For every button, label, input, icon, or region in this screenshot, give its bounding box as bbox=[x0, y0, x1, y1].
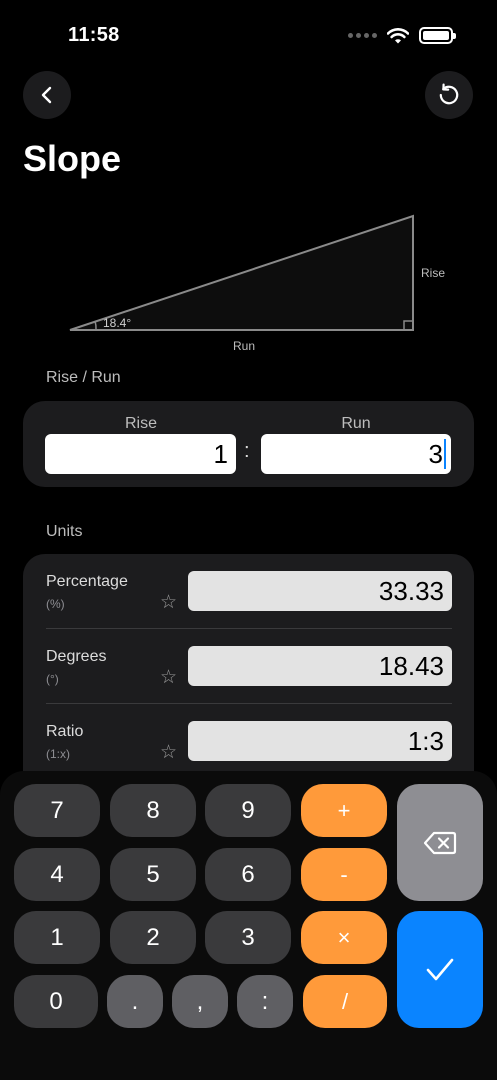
star-icon[interactable]: ☆ bbox=[160, 666, 177, 689]
text-cursor bbox=[444, 439, 446, 470]
cellular-signal-icon bbox=[348, 33, 377, 38]
unit-name: Degrees bbox=[46, 648, 107, 665]
page-title: Slope bbox=[23, 138, 122, 179]
key-4[interactable]: 4 bbox=[14, 848, 100, 901]
unit-symbol: (°) bbox=[46, 672, 59, 686]
rise-header: Rise bbox=[124, 415, 157, 432]
unit-name: Percentage bbox=[46, 573, 128, 590]
unit-symbol: (1:x) bbox=[46, 747, 70, 761]
backspace-icon bbox=[423, 831, 457, 854]
unit-row-degrees: Degrees (°) ☆ 18.43 bbox=[23, 629, 474, 704]
rise-input[interactable]: 1 bbox=[45, 434, 236, 474]
key-plus[interactable]: + bbox=[301, 784, 387, 837]
key-7[interactable]: 7 bbox=[14, 784, 100, 837]
reset-button[interactable] bbox=[425, 71, 473, 119]
keypad: 7 8 9 + 4 5 6 - 1 2 3 × 0 . , : / bbox=[0, 771, 497, 1080]
confirm-button[interactable] bbox=[397, 911, 483, 1028]
rise-run-section-label: Rise / Run bbox=[46, 369, 121, 386]
ratio-field[interactable]: 1:3 bbox=[188, 721, 452, 761]
key-6[interactable]: 6 bbox=[205, 848, 291, 901]
rise-value: 1 bbox=[213, 439, 228, 469]
status-icons bbox=[348, 27, 456, 44]
key-divide[interactable]: / bbox=[303, 975, 387, 1028]
unit-name: Ratio bbox=[46, 723, 84, 740]
star-icon[interactable]: ☆ bbox=[160, 591, 177, 614]
run-header: Run bbox=[341, 415, 371, 432]
chevron-left-icon bbox=[41, 86, 52, 104]
slope-diagram: 18.4° Run Rise bbox=[0, 200, 497, 360]
units-card: Percentage (%) ☆ 33.33 Degrees (°) ☆ 18.… bbox=[23, 554, 474, 794]
run-value: 3 bbox=[428, 439, 443, 469]
rise-label: Rise bbox=[421, 266, 445, 280]
rise-run-card: Rise Run 1 : 3 bbox=[23, 401, 474, 487]
percentage-field[interactable]: 33.33 bbox=[188, 571, 452, 611]
key-colon[interactable]: : bbox=[237, 975, 293, 1028]
unit-row-percentage: Percentage (%) ☆ 33.33 bbox=[23, 554, 474, 629]
checkmark-icon bbox=[426, 958, 454, 980]
battery-icon bbox=[419, 27, 456, 44]
ratio-separator: : bbox=[244, 440, 250, 462]
key-comma[interactable]: , bbox=[172, 975, 228, 1028]
units-section-label: Units bbox=[46, 523, 83, 540]
counterclockwise-arrow-icon bbox=[439, 83, 459, 105]
run-label: Run bbox=[233, 339, 255, 353]
key-0[interactable]: 0 bbox=[14, 975, 98, 1028]
key-5[interactable]: 5 bbox=[110, 848, 196, 901]
unit-row-ratio: Ratio (1:x) ☆ 1:3 bbox=[23, 704, 474, 779]
key-3[interactable]: 3 bbox=[205, 911, 291, 964]
status-time: 11:58 bbox=[68, 24, 120, 46]
degrees-field[interactable]: 18.43 bbox=[188, 646, 452, 686]
back-button[interactable] bbox=[23, 71, 71, 119]
angle-label: 18.4° bbox=[103, 316, 131, 330]
key-minus[interactable]: - bbox=[301, 848, 387, 901]
star-icon[interactable]: ☆ bbox=[160, 741, 177, 764]
run-input[interactable]: 3 bbox=[261, 434, 451, 474]
key-multiply[interactable]: × bbox=[301, 911, 387, 964]
wifi-icon bbox=[387, 27, 409, 43]
unit-symbol: (%) bbox=[46, 597, 65, 611]
key-8[interactable]: 8 bbox=[110, 784, 196, 837]
key-9[interactable]: 9 bbox=[205, 784, 291, 837]
slope-triangle bbox=[69, 214, 414, 331]
key-2[interactable]: 2 bbox=[110, 911, 196, 964]
key-1[interactable]: 1 bbox=[14, 911, 100, 964]
key-decimal[interactable]: . bbox=[107, 975, 163, 1028]
delete-button[interactable] bbox=[397, 784, 483, 901]
